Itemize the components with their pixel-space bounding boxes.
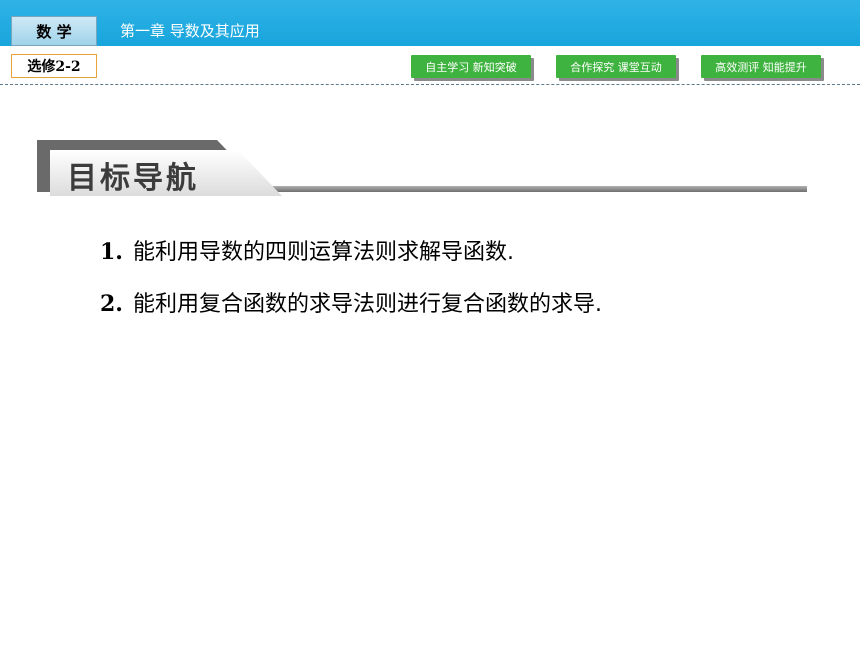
section-header: 目标导航 (37, 140, 809, 198)
goal-number: 2. (100, 291, 123, 317)
goal-text: 能利用复合函数的求导法则进行复合函数的求导. (132, 292, 602, 317)
chapter-title: 第一章 导数及其应用 (120, 22, 260, 40)
section-title: 目标导航 (67, 161, 199, 196)
goal-item: 1. 能利用导数的四则运算法则求解导函数. (100, 234, 602, 286)
goal-list: 1. 能利用导数的四则运算法则求解导函数. 2. 能利用复合函数的求导法则进行复合函… (100, 234, 602, 338)
goal-text: 能利用导数的四则运算法则求解导函数. (132, 240, 514, 265)
goal-item: 2. 能利用复合函数的求导法则进行复合函数的求导. (100, 286, 602, 338)
nav-button-self-study[interactable]: 自主学习 新知突破 (411, 55, 531, 78)
edition-label: 选修2-2 (11, 54, 97, 78)
header-divider (0, 84, 860, 85)
goal-number: 1. (100, 239, 123, 265)
subject-label: 数 学 (11, 16, 97, 46)
nav-button-cooperative-inquiry[interactable]: 合作探究 课堂互动 (556, 55, 676, 78)
nav-button-efficient-evaluation[interactable]: 高效测评 知能提升 (701, 55, 821, 78)
